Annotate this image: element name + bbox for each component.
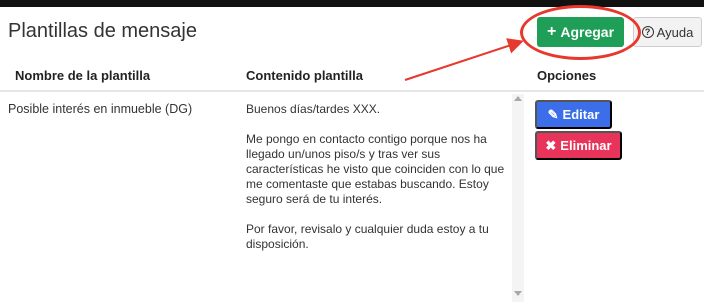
scroll-up-arrow-icon[interactable] xyxy=(514,96,522,101)
help-button[interactable]: ? Ayuda xyxy=(633,17,702,47)
page-title: Plantillas de mensaje xyxy=(8,20,197,42)
delete-button[interactable]: ✖ Eliminar xyxy=(535,131,622,160)
add-template-button[interactable]: + Agregar xyxy=(537,17,624,47)
column-header-name[interactable]: Nombre de la plantilla xyxy=(15,68,150,83)
scroll-down-arrow-icon[interactable] xyxy=(514,291,522,296)
content-paragraph: Buenos días/tardes XXX. xyxy=(246,102,381,116)
edit-icon: ✎ xyxy=(547,107,559,122)
help-button-label: Ayuda xyxy=(656,24,694,40)
add-button-label: Agregar xyxy=(560,24,615,40)
column-header-options: Opciones xyxy=(537,68,597,83)
window-top-bar xyxy=(0,0,704,7)
question-circle-icon: ? xyxy=(641,26,654,38)
content-paragraph: Me pongo en contacto contigo porque nos … xyxy=(246,132,505,206)
content-scrollbar[interactable] xyxy=(512,94,524,302)
edit-button[interactable]: ✎ Editar xyxy=(535,100,612,129)
template-name: Posible interés en inmueble (DG) xyxy=(8,102,193,116)
close-icon: ✖ xyxy=(545,138,557,153)
plus-icon: + xyxy=(546,23,557,40)
column-header-content[interactable]: Contenido plantilla xyxy=(246,68,363,83)
delete-button-label: Eliminar xyxy=(560,138,612,153)
content-paragraph: Por favor, revisalo y cualquier duda est… xyxy=(246,222,489,251)
edit-button-label: Editar xyxy=(562,107,600,122)
template-content: Buenos días/tardes XXX. Me pongo en cont… xyxy=(246,102,506,267)
